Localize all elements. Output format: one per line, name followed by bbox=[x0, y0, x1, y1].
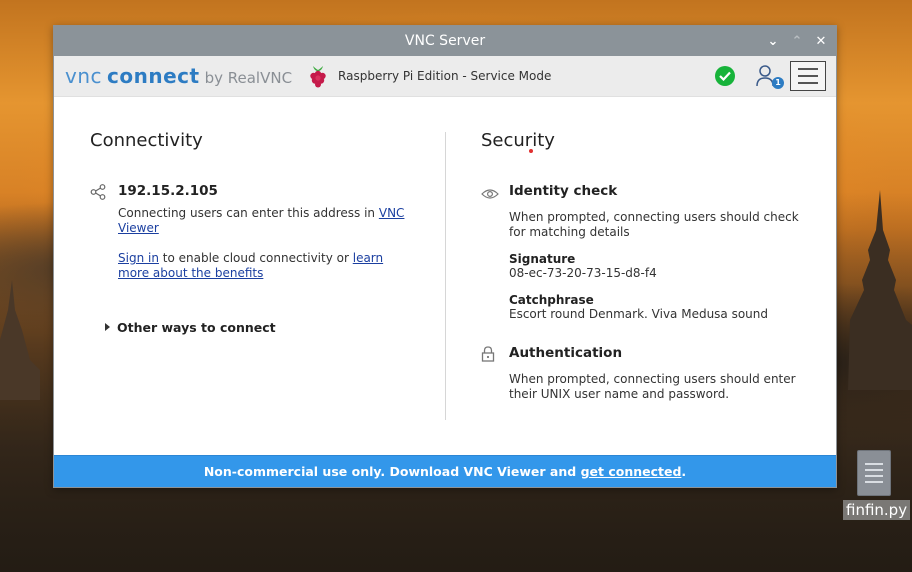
authentication-text: When prompted, connecting users should e… bbox=[509, 372, 796, 401]
license-banner: Non-commercial use only. Download VNC Vi… bbox=[54, 455, 836, 487]
hamburger-menu-icon[interactable] bbox=[790, 61, 826, 91]
maximize-button[interactable]: ⌃ bbox=[790, 34, 804, 49]
desktop-file-label: finfin.py bbox=[843, 500, 911, 520]
logo-vnc: vnc bbox=[65, 64, 103, 88]
banner-suffix: . bbox=[681, 464, 687, 479]
sign-in-link[interactable]: Sign in bbox=[118, 251, 159, 265]
signin-text: Sign in to enable cloud connectivity or … bbox=[118, 251, 410, 281]
window-titlebar[interactable]: VNC Server ⌄ ⌃ ✕ bbox=[54, 26, 836, 56]
connectivity-heading: Connectivity bbox=[90, 130, 203, 151]
user-count-badge: 1 bbox=[772, 77, 784, 89]
eye-icon bbox=[481, 185, 499, 204]
other-ways-expander[interactable]: Other ways to connect bbox=[90, 317, 410, 336]
identity-check-title: Identity check bbox=[509, 183, 618, 199]
app-header: vnc connect by RealVNC Raspberry Pi Edit… bbox=[54, 56, 836, 97]
desktop-file-finfin-py[interactable]: finfin.py bbox=[843, 450, 911, 520]
address-row: 192.15.2.105 Connecting users can enter … bbox=[90, 183, 410, 281]
signin-text-mid: to enable cloud connectivity or bbox=[158, 251, 353, 265]
lock-icon bbox=[481, 346, 495, 366]
banner-text: Non-commercial use only. Download VNC Vi… bbox=[203, 464, 577, 479]
vnc-connect-logo: vnc connect by RealVNC bbox=[65, 64, 292, 88]
share-network-icon bbox=[90, 184, 106, 204]
other-ways-label: Other ways to connect bbox=[105, 320, 276, 335]
vnc-server-window: VNC Server ⌄ ⌃ ✕ vnc connect by RealVNC bbox=[53, 25, 837, 488]
security-panel: Security Identity check When prompted, c… bbox=[481, 130, 811, 402]
address-help-prefix: Connecting users can enter this address … bbox=[118, 206, 379, 220]
edition-label: Raspberry Pi Edition - Service Mode bbox=[338, 69, 552, 83]
window-title: VNC Server bbox=[404, 33, 486, 49]
logo-connect: connect bbox=[107, 64, 200, 88]
minimize-button[interactable]: ⌄ bbox=[766, 34, 780, 49]
column-divider bbox=[445, 132, 446, 420]
catchphrase-value: Escort round Denmark. Viva Medusa sound bbox=[509, 307, 769, 321]
get-connected-link[interactable]: get connected bbox=[581, 464, 682, 479]
window-controls: ⌄ ⌃ ✕ bbox=[766, 26, 828, 56]
wallpaper-pagoda-right bbox=[848, 190, 912, 390]
text-file-icon bbox=[857, 450, 891, 496]
main-content: Connectivity 192.15.2.105 Connecting use… bbox=[54, 97, 836, 455]
authentication-title: Authentication bbox=[509, 345, 623, 361]
status-ok-check-icon[interactable] bbox=[715, 66, 735, 86]
raspberry-pi-icon bbox=[307, 63, 331, 89]
logo-by-realvnc: by RealVNC bbox=[204, 69, 293, 87]
expand-triangle-icon bbox=[105, 323, 110, 331]
identity-check-text: When prompted, connecting users should c… bbox=[509, 210, 799, 239]
ip-address: 192.15.2.105 bbox=[118, 183, 218, 199]
close-button[interactable]: ✕ bbox=[814, 34, 828, 49]
authentication-section: Authentication When prompted, connecting… bbox=[481, 345, 811, 402]
address-help-text: Connecting users can enter this address … bbox=[118, 206, 410, 236]
connectivity-panel: Connectivity 192.15.2.105 Connecting use… bbox=[90, 130, 410, 336]
signature-value: 08-ec-73-20-73-15-d8-f4 bbox=[509, 266, 657, 280]
wallpaper-pagoda-left bbox=[0, 280, 40, 400]
catchphrase-label: Catchphrase bbox=[509, 293, 594, 307]
other-ways-text: Other ways to connect bbox=[117, 320, 276, 335]
identity-check-section: Identity check When prompted, connecting… bbox=[481, 183, 811, 322]
security-heading: Security bbox=[481, 130, 555, 151]
signature-label: Signature bbox=[509, 252, 576, 266]
user-icon[interactable]: 1 bbox=[756, 64, 784, 90]
